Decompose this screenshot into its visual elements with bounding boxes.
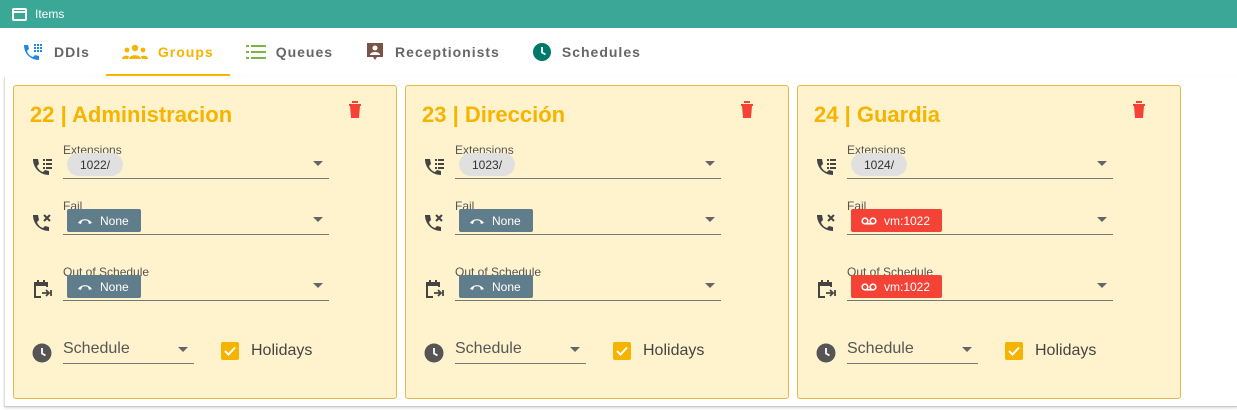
- extensions-select[interactable]: Extensions 1022/: [63, 143, 329, 179]
- schedule-clock-icon: [32, 343, 52, 363]
- delete-icon[interactable]: [348, 100, 362, 118]
- fail-select[interactable]: Fail None: [63, 199, 329, 235]
- dropdown-arrow-icon[interactable]: [178, 347, 188, 352]
- holidays-label: Holidays: [643, 342, 705, 359]
- group-title: 22 | Administracion: [30, 102, 233, 127]
- extension-chip: 1024/: [851, 153, 908, 176]
- extensions-phone-icon: [817, 159, 836, 175]
- tab-label: Receptionists: [395, 44, 500, 60]
- out-of-schedule-select[interactable]: Out of Schedule vm:1022: [847, 265, 1113, 301]
- out-of-schedule-chip: None: [67, 275, 141, 298]
- holidays-checkbox[interactable]: Holidays: [1005, 342, 1096, 360]
- group-card: 23 | Dirección Extensions 1023/ Fail Non…: [405, 85, 789, 399]
- dropdown-arrow-icon[interactable]: [705, 283, 715, 288]
- tab-label: Schedules: [561, 44, 641, 60]
- tab-schedules[interactable]: Schedules: [516, 28, 657, 76]
- holidays-label: Holidays: [251, 342, 313, 359]
- out-of-schedule-chip: None: [459, 275, 533, 298]
- voicemail-icon: [861, 282, 877, 291]
- receptionist-icon: [367, 43, 384, 60]
- tab-ddis[interactable]: DDIs: [6, 28, 106, 76]
- fail-value: vm:1022: [884, 213, 931, 228]
- schedule-placeholder: Schedule: [847, 340, 914, 357]
- dropdown-arrow-icon[interactable]: [313, 283, 323, 288]
- calendar-forward-icon: [818, 280, 836, 298]
- tab-label: Queues: [275, 44, 334, 60]
- dropdown-arrow-icon[interactable]: [705, 217, 715, 222]
- voicemail-icon: [861, 216, 877, 225]
- hangup-icon: [78, 218, 92, 224]
- holidays-label: Holidays: [1035, 342, 1097, 359]
- calendar-forward-icon: [34, 280, 52, 298]
- dropdown-arrow-icon[interactable]: [962, 347, 972, 352]
- out-of-schedule-value: vm:1022: [884, 279, 931, 294]
- call-failed-icon: [817, 214, 835, 231]
- dropdown-arrow-icon[interactable]: [1097, 161, 1107, 166]
- tab-bar: DDIs Groups Queues Receptionists Schedul…: [0, 28, 1237, 76]
- call-failed-icon: [33, 214, 51, 231]
- queues-list-icon: [245, 45, 266, 59]
- group-card: 22 | Administracion Extensions 1022/ Fai…: [13, 85, 397, 399]
- hangup-icon: [470, 284, 484, 290]
- clock-icon: [532, 43, 551, 61]
- dropdown-arrow-icon[interactable]: [313, 161, 323, 166]
- extension-chip: 1023/: [459, 153, 516, 176]
- hangup-icon: [78, 284, 92, 290]
- out-of-schedule-select[interactable]: Out of Schedule None: [63, 265, 329, 301]
- schedule-select[interactable]: Schedule: [63, 340, 194, 364]
- dropdown-arrow-icon[interactable]: [705, 161, 715, 166]
- tab-queues[interactable]: Queues: [230, 28, 349, 76]
- checkbox-checked-icon[interactable]: [221, 342, 239, 360]
- ddi-phone-icon: [24, 44, 42, 60]
- delete-icon[interactable]: [740, 100, 754, 118]
- tab-label: Groups: [157, 44, 214, 60]
- fail-chip: vm:1022: [851, 209, 943, 232]
- fail-value: None: [492, 213, 521, 228]
- schedule-clock-icon: [424, 343, 444, 363]
- checkbox-checked-icon[interactable]: [1005, 342, 1023, 360]
- window-title: Items: [35, 7, 65, 21]
- delete-icon[interactable]: [1132, 100, 1146, 118]
- group-card: 24 | Guardia Extensions 1024/ Fail vm:10…: [797, 85, 1181, 399]
- schedule-placeholder: Schedule: [455, 340, 522, 357]
- window-icon: [12, 7, 27, 21]
- tab-receptionists[interactable]: Receptionists: [349, 28, 516, 76]
- extensions-phone-icon: [33, 159, 52, 175]
- dropdown-arrow-icon[interactable]: [313, 217, 323, 222]
- fail-select[interactable]: Fail None: [455, 199, 721, 235]
- groups-panel: 22 | Administracion Extensions 1022/ Fai…: [4, 77, 1237, 407]
- group-title: 23 | Dirección: [422, 102, 566, 127]
- tab-label: DDIs: [54, 44, 90, 60]
- schedule-placeholder: Schedule: [63, 340, 130, 357]
- holidays-checkbox[interactable]: Holidays: [613, 342, 704, 360]
- extensions-select[interactable]: Extensions 1023/: [455, 143, 721, 179]
- groups-icon: [121, 44, 148, 59]
- fail-chip: None: [67, 209, 141, 232]
- hangup-icon: [470, 218, 484, 224]
- extensions-phone-icon: [425, 159, 444, 175]
- calendar-forward-icon: [426, 280, 444, 298]
- dropdown-arrow-icon[interactable]: [570, 347, 580, 352]
- dropdown-arrow-icon[interactable]: [1097, 283, 1107, 288]
- group-title: 24 | Guardia: [814, 102, 940, 127]
- out-of-schedule-value: None: [492, 279, 521, 294]
- holidays-checkbox[interactable]: Holidays: [221, 342, 312, 360]
- extension-chip: 1022/: [67, 153, 124, 176]
- fail-chip: None: [459, 209, 533, 232]
- fail-select[interactable]: Fail vm:1022: [847, 199, 1113, 235]
- extensions-select[interactable]: Extensions 1024/: [847, 143, 1113, 179]
- tab-groups[interactable]: Groups: [105, 28, 230, 76]
- schedule-clock-icon: [816, 343, 836, 363]
- out-of-schedule-chip: vm:1022: [851, 275, 943, 298]
- out-of-schedule-select[interactable]: Out of Schedule None: [455, 265, 721, 301]
- dropdown-arrow-icon[interactable]: [1097, 217, 1107, 222]
- checkbox-checked-icon[interactable]: [613, 342, 631, 360]
- schedule-select[interactable]: Schedule: [847, 340, 978, 364]
- schedule-select[interactable]: Schedule: [455, 340, 586, 364]
- call-failed-icon: [425, 214, 443, 231]
- fail-value: None: [100, 213, 129, 228]
- out-of-schedule-value: None: [100, 279, 129, 294]
- window-titlebar: Items: [0, 0, 1237, 28]
